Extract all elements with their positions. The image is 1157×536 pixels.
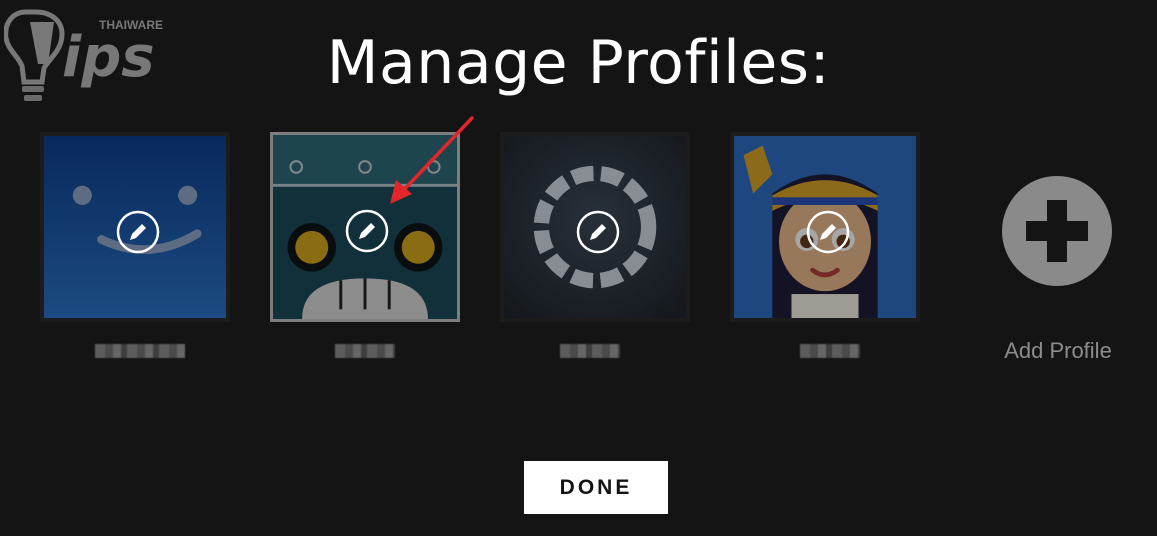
plus-horizontal-bar xyxy=(1026,221,1088,241)
profile-card-1[interactable] xyxy=(40,132,230,358)
profile-avatar-robot[interactable] xyxy=(270,132,460,322)
profile-name-blurred xyxy=(800,344,860,358)
pencil-icon[interactable] xyxy=(576,210,620,254)
profile-name-blurred xyxy=(335,344,395,358)
add-profile-label: Add Profile xyxy=(1004,338,1112,363)
done-button[interactable]: DONE xyxy=(524,461,668,514)
profile-card-4[interactable] xyxy=(730,132,920,358)
pencil-icon[interactable] xyxy=(345,209,389,253)
profile-name-blurred xyxy=(95,344,185,358)
profile-card-2[interactable] xyxy=(270,132,460,358)
profile-avatar-ring[interactable] xyxy=(500,132,690,322)
add-profile-button[interactable]: Add Profile xyxy=(988,168,1128,378)
pencil-icon[interactable] xyxy=(116,210,160,254)
profile-avatar-egyptian[interactable] xyxy=(730,132,920,322)
profile-avatar-smiley[interactable] xyxy=(40,132,230,322)
page-title: Manage Profiles: xyxy=(326,28,831,98)
profile-name-blurred xyxy=(560,344,620,358)
plus-circle-icon[interactable] xyxy=(1002,176,1112,286)
pencil-icon[interactable] xyxy=(806,210,850,254)
profile-card-3[interactable] xyxy=(500,132,690,358)
